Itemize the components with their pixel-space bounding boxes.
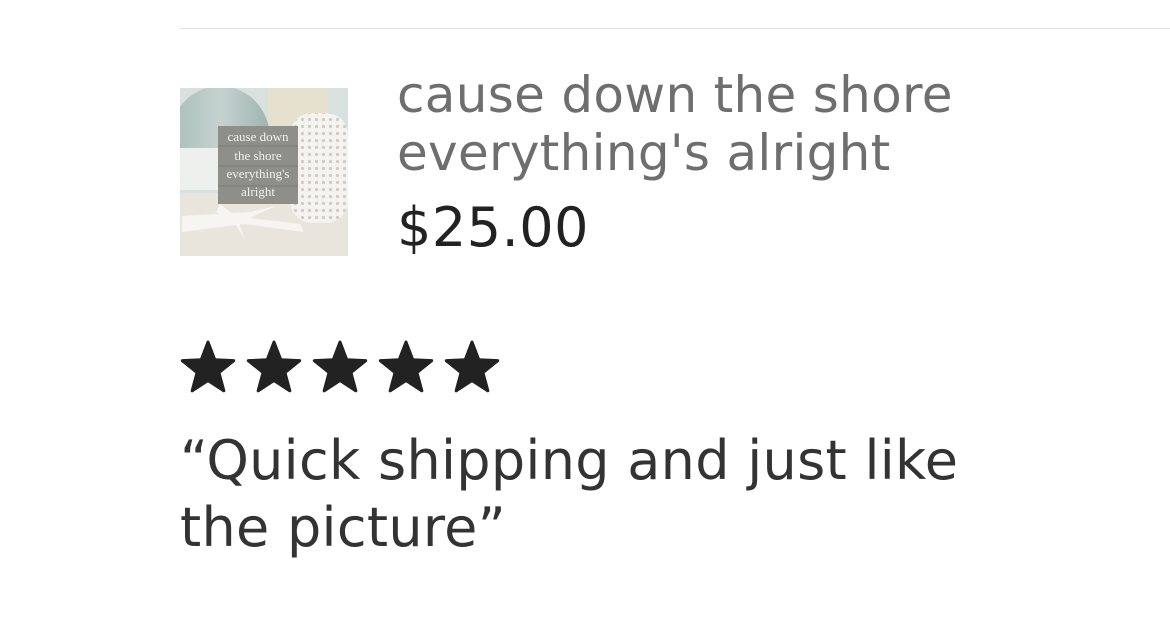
svg-text:cause down: cause down [227, 129, 289, 144]
star-icon [180, 340, 236, 393]
top-divider [180, 28, 1170, 29]
star-icon [246, 340, 302, 393]
svg-text:alright: alright [241, 184, 275, 199]
product-title[interactable]: cause down the shore everything's alrigh… [397, 66, 1117, 182]
product-price: $25.00 [397, 196, 589, 259]
product-image[interactable]: cause down the shore everything's alrigh… [180, 88, 348, 256]
review-text: “Quick shipping and just like the pictur… [180, 429, 959, 559]
svg-text:the shore: the shore [234, 148, 282, 163]
svg-text:everything's: everything's [227, 166, 290, 181]
star-icon [378, 340, 434, 393]
star-icon [312, 340, 368, 393]
star-icon [444, 340, 500, 393]
star-rating [180, 339, 510, 395]
